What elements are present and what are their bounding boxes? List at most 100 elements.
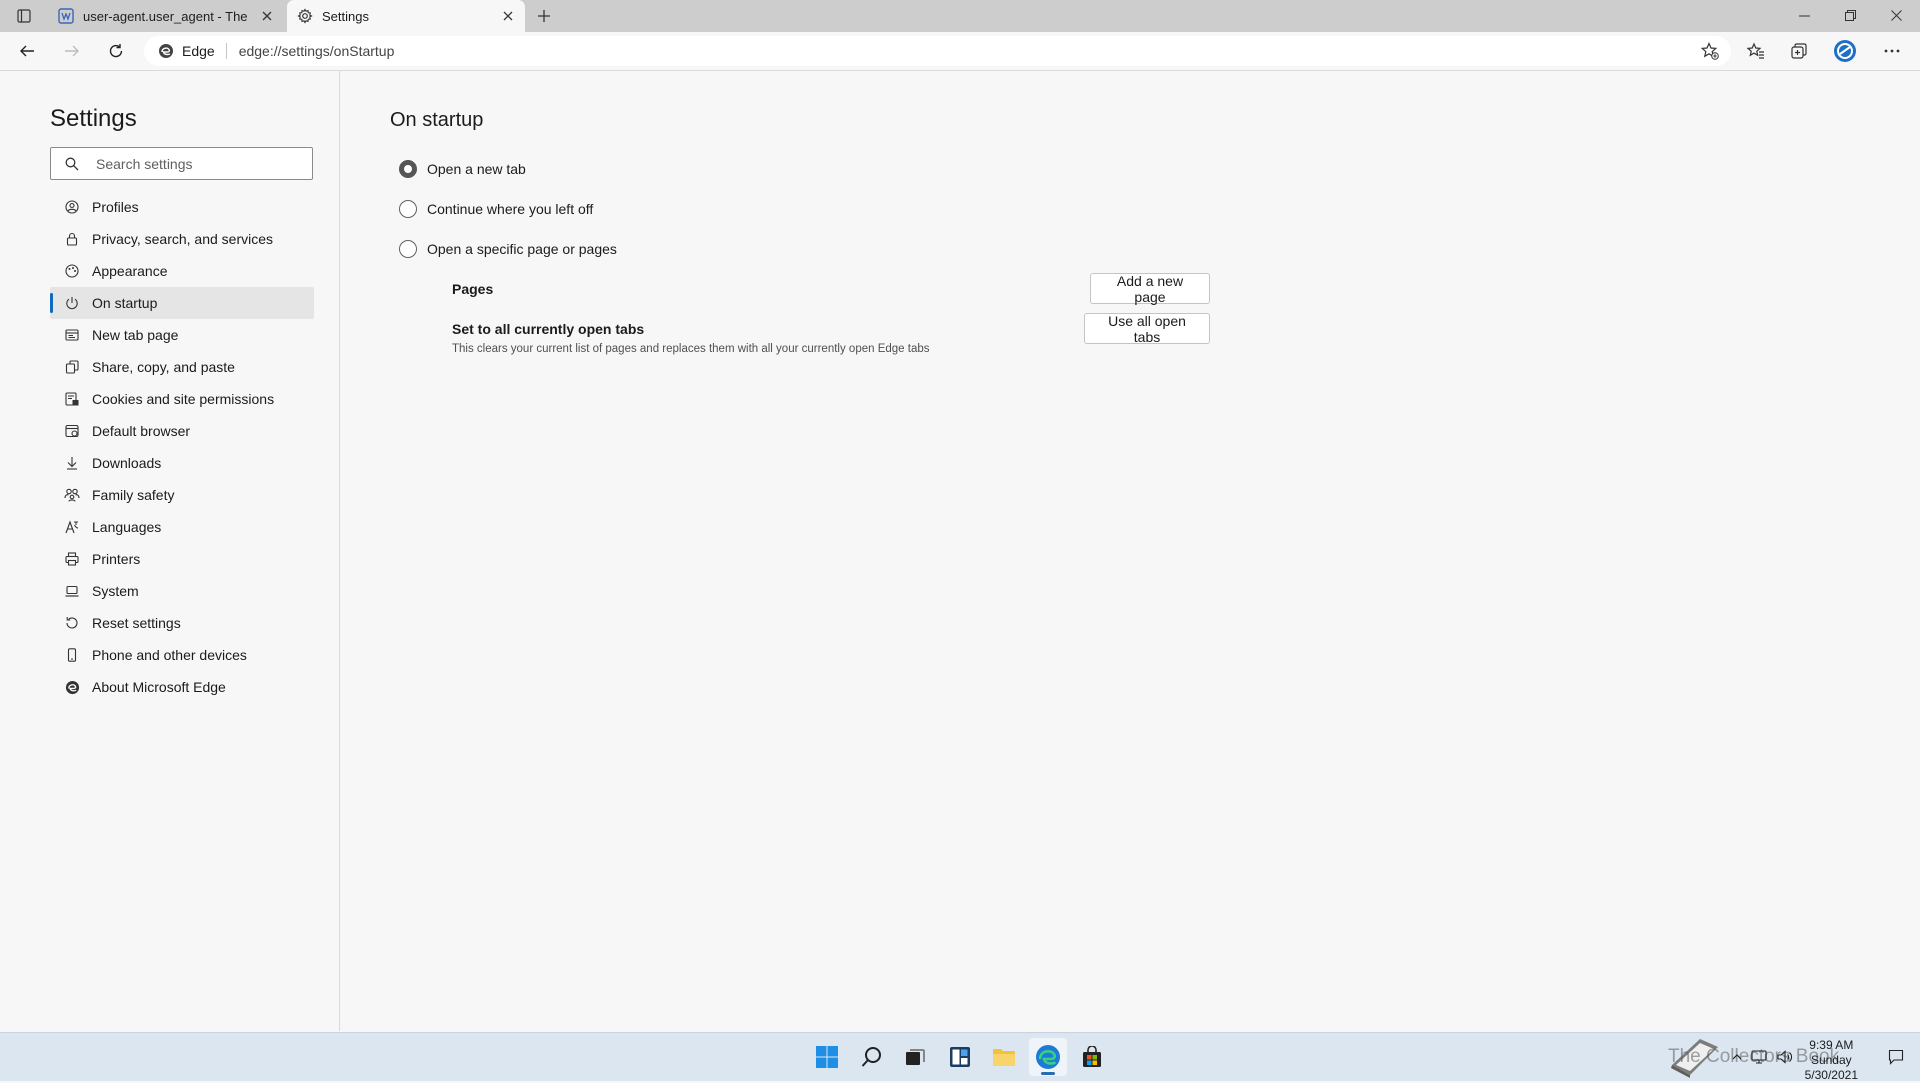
sidebar-item-privacy[interactable]: Privacy, search, and services [50,223,314,255]
default-browser-icon [64,423,80,439]
tab-close-button[interactable] [497,5,519,27]
sidebar-item-label: Printers [92,551,141,567]
volume-button[interactable] [1772,1050,1798,1064]
sidebar-item-reset-settings[interactable]: Reset settings [50,607,314,639]
folder-icon [993,1049,1015,1066]
search-icon [65,157,79,170]
sidebar-item-profiles[interactable]: Profiles [50,191,314,223]
sidebar-item-downloads[interactable]: Downloads [50,447,314,479]
sidebar-item-family-safety[interactable]: Family safety [50,479,314,511]
sidebar-item-new-tab-page[interactable]: New tab page [50,319,314,351]
family-icon [64,487,80,503]
sidebar-item-label: System [92,583,139,599]
star-add-icon [1701,42,1719,60]
taskbar-clock[interactable]: 9:39 AM Sunday 5/30/2021 [1805,1038,1858,1083]
window-close-button[interactable] [1873,0,1919,30]
edge-taskbar-button[interactable] [1029,1038,1067,1076]
add-favorite-button[interactable] [1699,41,1721,61]
sidebar-item-appearance[interactable]: Appearance [50,255,314,287]
clock-time: 9:39 AM [1809,1038,1854,1052]
address-bar[interactable]: Edge edge://settings/onStartup [144,36,1731,66]
favorites-icon [1747,42,1764,59]
system-tray [1728,1033,1798,1081]
gear-icon [297,8,313,24]
notification-icon [1888,1049,1904,1065]
tab-title: Settings [322,8,369,24]
search-box[interactable] [50,147,313,180]
appearance-icon [64,263,80,279]
new-tab-button[interactable] [530,4,558,28]
sidebar-title: Settings [50,105,137,132]
printer-icon [64,551,80,567]
radio-open-new-tab[interactable]: Open a new tab [399,158,526,180]
windows-start-icon [816,1046,838,1068]
share-icon [64,359,80,375]
favorites-button[interactable] [1740,36,1772,66]
notifications-button[interactable] [1886,1047,1906,1067]
sidebar-item-default-browser[interactable]: Default browser [50,415,314,447]
sidebar-item-label: About Microsoft Edge [92,679,226,695]
tab-user-agent[interactable]: user-agent.user_agent - The Coll [50,0,284,32]
edge-icon [1036,1045,1060,1069]
search-input[interactable] [94,154,298,173]
sidebar-item-on-startup[interactable]: On startup [50,287,314,319]
phone-icon [64,647,80,663]
store-button[interactable] [1073,1038,1111,1076]
use-all-open-tabs-button[interactable]: Use all open tabs [1084,313,1210,345]
pages-label: Pages [452,281,494,297]
sidebar-item-about-edge[interactable]: About Microsoft Edge [50,671,314,703]
radio-continue-where-left-off[interactable]: Continue where you left off [399,198,593,220]
set-all-tabs-title: Set to all currently open tabs [452,321,645,337]
collections-icon [1791,43,1807,59]
profile-avatar-button[interactable] [1829,36,1861,66]
url-text[interactable]: edge://settings/onStartup [239,43,395,59]
task-view-icon [906,1049,925,1065]
task-view-button[interactable] [896,1038,934,1076]
sidebar-item-share-copy-paste[interactable]: Share, copy, and paste [50,351,314,383]
radio-button[interactable] [399,240,417,258]
sidebar-item-system[interactable]: System [50,575,314,607]
sidebar-item-languages[interactable]: Languages [50,511,314,543]
reset-icon [64,615,80,631]
sidebar-item-label: On startup [92,295,158,311]
sidebar-item-label: Languages [92,519,162,535]
start-button[interactable] [808,1038,846,1076]
taskbar-search-button[interactable] [853,1038,891,1076]
sidebar-item-label: Phone and other devices [92,647,247,663]
widgets-button[interactable] [941,1038,979,1076]
radio-button-checked[interactable] [399,160,417,178]
sidebar-item-label: Family safety [92,487,175,503]
file-explorer-button[interactable] [985,1038,1023,1076]
sidebar-item-label: Cookies and site permissions [92,391,275,407]
back-button[interactable] [11,36,43,66]
sidebar-item-phone-devices[interactable]: Phone and other devices [50,639,314,671]
collections-button[interactable] [1783,36,1815,66]
settings-more-button[interactable] [1876,36,1908,66]
forward-button[interactable] [56,36,88,66]
radio-label: Open a new tab [427,161,526,177]
tab-strip: user-agent.user_agent - The Coll Setting… [0,0,1920,32]
close-icon [262,11,272,21]
sidebar-item-printers[interactable]: Printers [50,543,314,575]
clock-day: Sunday [1810,1053,1852,1067]
browser-toolbar: Edge edge://settings/onStartup [0,32,1920,71]
new-tab-icon [64,327,80,343]
tray-overflow-button[interactable] [1728,1054,1746,1060]
back-arrow-icon [20,45,34,57]
set-all-open-tabs-section: Set to all currently open tabs This clea… [452,321,930,355]
add-new-page-button[interactable]: Add a new page [1090,273,1210,305]
tab-settings[interactable]: Settings [287,0,525,32]
refresh-button[interactable] [100,36,132,66]
minimize-button[interactable] [1781,0,1827,30]
sidebar-item-label: Privacy, search, and services [92,231,274,247]
languages-icon [64,519,80,535]
restore-icon [1844,9,1856,21]
network-button[interactable] [1746,1050,1772,1064]
sidebar-item-cookies[interactable]: Cookies and site permissions [50,383,314,415]
close-icon [1890,9,1902,21]
restore-button[interactable] [1827,0,1873,30]
tab-actions-button[interactable] [9,5,39,27]
tab-close-button[interactable] [256,5,278,27]
radio-open-specific-pages[interactable]: Open a specific page or pages [399,238,617,260]
radio-button[interactable] [399,200,417,218]
